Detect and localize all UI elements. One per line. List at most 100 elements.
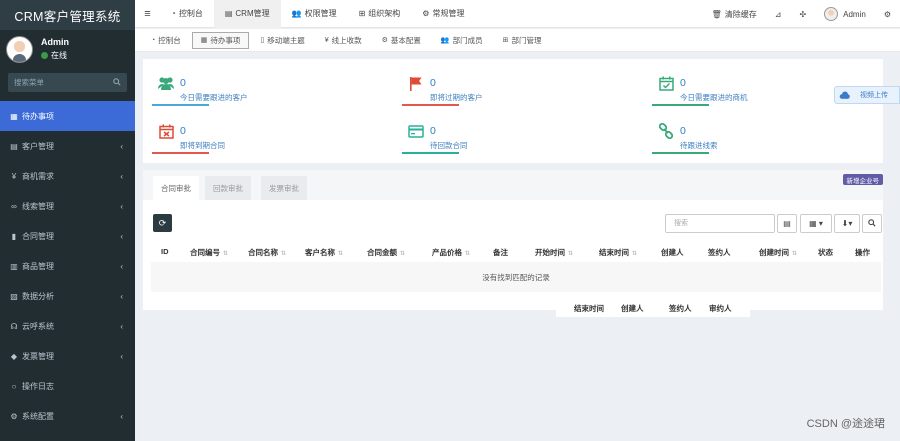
id-card-icon: ▤	[10, 141, 18, 151]
subtab-label: 线上收款	[331, 35, 362, 45]
pin-icon[interactable]: ⊿	[766, 10, 791, 19]
sidebar-item-contracts[interactable]: ▮ 合同管理 ‹	[0, 221, 135, 251]
stat-pending-leads[interactable]: 0 待跟进线索	[643, 112, 873, 157]
subtab-label: 部门管理	[511, 35, 542, 45]
tab-organization[interactable]: ⊞ 组织架构	[348, 0, 412, 28]
col-contract-amount[interactable]: 合同金额 ⇅	[367, 247, 405, 258]
stat-expiring-customers[interactable]: 0 即将过期的客户	[393, 64, 623, 109]
sitemap-icon: ⊞	[358, 9, 366, 18]
sidebar-item-opportunities[interactable]: ¥ 商机需求 ‹	[0, 161, 135, 191]
chevron-left-icon: ‹	[120, 321, 123, 331]
subtab-dept-members[interactable]: 👥 部门成员	[432, 32, 492, 49]
search-icon[interactable]	[113, 77, 121, 88]
col-contract-no[interactable]: 合同编号 ⇅	[190, 247, 228, 258]
col-create-time[interactable]: 创建时间 ⇅	[759, 247, 797, 258]
stat-expiring-contracts[interactable]: 0 即将到期合同	[143, 112, 373, 157]
gear-icon: ⚙	[381, 37, 388, 44]
fullscreen-icon[interactable]: ✣	[790, 10, 815, 19]
sidebar-item-todo[interactable]: ▦ 待办事项	[0, 101, 135, 131]
col-actions[interactable]: 操作	[855, 247, 870, 258]
col-signer[interactable]: 签约人	[708, 247, 731, 258]
chevron-left-icon: ‹	[120, 201, 123, 211]
sidebar-item-label: 发票管理	[22, 351, 54, 361]
tab-label: 合同审批	[161, 183, 191, 193]
mobile-icon: ▯	[260, 37, 265, 44]
dashboard-icon: ◔	[151, 36, 156, 44]
subtab-label: 待办事项	[210, 35, 241, 45]
sort-icon: ⇅	[338, 251, 344, 257]
link-icon	[657, 123, 675, 139]
trash-icon: 🗑	[711, 9, 722, 19]
tab-permissions[interactable]: 👥 权限管理	[281, 0, 348, 28]
sidebar-item-invoices[interactable]: ◆ 发票管理 ‹	[0, 341, 135, 371]
sidebar-item-customers[interactable]: ▤ 客户管理 ‹	[0, 131, 135, 161]
online-dot-icon	[41, 52, 48, 59]
col-end-time[interactable]: 结束时间 ⇅	[599, 247, 637, 258]
stat-followup-customers[interactable]: 0 今日需要跟进的客户	[143, 64, 373, 109]
avatar	[824, 7, 839, 21]
list-icon: ▤	[783, 219, 791, 228]
menu-search-input[interactable]	[14, 78, 104, 87]
tab-invoice-approval[interactable]: 发票审批	[261, 176, 307, 200]
stat-underline	[152, 104, 209, 106]
sidebar-item-call-system[interactable]: ☊ 云呼系统 ‹	[0, 311, 135, 341]
export-button[interactable]: ⬇▾	[834, 214, 860, 233]
tab-crm[interactable]: ▤ CRM管理	[213, 0, 281, 28]
sidebar-item-settings[interactable]: ⚙ 系统配置 ‹	[0, 401, 135, 431]
subtab-mobile-theme[interactable]: ▯ 移动端主题	[251, 32, 313, 49]
tab-payment-approval[interactable]: 回款审批	[205, 176, 251, 200]
table-header: ID 合同编号 ⇅ 合同名称 ⇅ 客户名称 ⇅ 合同金额 ⇅ 产品价格 ⇅ 备注 开始时间…	[151, 242, 881, 260]
columns-button[interactable]: ▦ ▾	[800, 214, 832, 233]
online-label: 在线	[51, 51, 67, 60]
sidebar-item-label: 线索管理	[22, 201, 54, 211]
col-start-time[interactable]: 开始时间 ⇅	[535, 247, 573, 258]
menu-search	[8, 73, 127, 92]
stat-value: 0	[180, 77, 186, 89]
sidebar-item-leads[interactable]: ∞ 线索管理 ‹	[0, 191, 135, 221]
sort-icon: ⇅	[223, 251, 229, 257]
clear-cache-button[interactable]: 🗑 清除缓存	[703, 9, 766, 20]
hamburger-menu-icon[interactable]: ≡	[135, 8, 160, 20]
sidebar-item-label: 待办事项	[22, 111, 54, 121]
sidebar-item-products[interactable]: ▥ 商品管理 ‹	[0, 251, 135, 281]
stat-label: 今日需要跟进的客户	[180, 93, 248, 102]
calendar-x-icon	[157, 123, 175, 139]
sort-icon: ⇅	[568, 251, 574, 257]
col-product-price[interactable]: 产品价格 ⇅	[432, 247, 470, 258]
app-title[interactable]: CRM客户管理系统	[0, 0, 135, 30]
col-label: 状态	[818, 248, 833, 257]
subtab-dept-management[interactable]: ⊞ 部门管理	[494, 32, 551, 49]
tab-general[interactable]: ⚙ 常规管理	[411, 0, 475, 28]
subtab-dashboard[interactable]: ◔ 控制台	[142, 32, 190, 49]
refresh-button[interactable]: ⟳	[153, 214, 172, 232]
subtab-basic-config[interactable]: ⚙ 基本配置	[373, 32, 430, 49]
tab-contract-approval[interactable]: 合同审批	[153, 176, 199, 200]
tab-label: 回款审批	[213, 183, 243, 193]
col-status[interactable]: 状态	[818, 247, 833, 258]
new-enterprise-badge[interactable]: 新增企业号	[842, 174, 883, 185]
search-button[interactable]	[862, 214, 882, 233]
col-remark[interactable]: 备注	[493, 247, 508, 258]
video-upload-button[interactable]: 视频上传	[834, 86, 900, 104]
toggle-view-button[interactable]: ▤	[777, 214, 797, 233]
stat-underline	[652, 104, 709, 106]
subtab-online-payment[interactable]: ¥ 线上收款	[316, 32, 371, 49]
avatar[interactable]	[6, 35, 33, 63]
stat-underline	[402, 152, 459, 154]
table-search-input[interactable]	[665, 214, 775, 233]
stat-value: 0	[430, 125, 436, 137]
col-id[interactable]: ID	[161, 247, 169, 256]
sidebar-item-logs[interactable]: ○ 操作日志	[0, 371, 135, 401]
stat-pending-payment[interactable]: 0 待回款合同	[393, 112, 623, 157]
user-menu[interactable]: Admin	[815, 7, 875, 21]
tab-dashboard[interactable]: ◔ 控制台	[160, 0, 214, 28]
col-customer-name[interactable]: 客户名称 ⇅	[305, 247, 343, 258]
sidebar-item-analytics[interactable]: ▨ 数据分析 ‹	[0, 281, 135, 311]
sort-icon: ⇅	[400, 251, 406, 257]
col-label: 创建时间	[759, 248, 789, 257]
col-creator[interactable]: 创建人	[661, 247, 684, 258]
gears-icon[interactable]: ⚙	[875, 10, 900, 19]
subtab-todo[interactable]: ▦ 待办事项	[191, 31, 250, 49]
chevron-left-icon: ‹	[120, 171, 123, 181]
col-contract-name[interactable]: 合同名称 ⇅	[248, 247, 286, 258]
